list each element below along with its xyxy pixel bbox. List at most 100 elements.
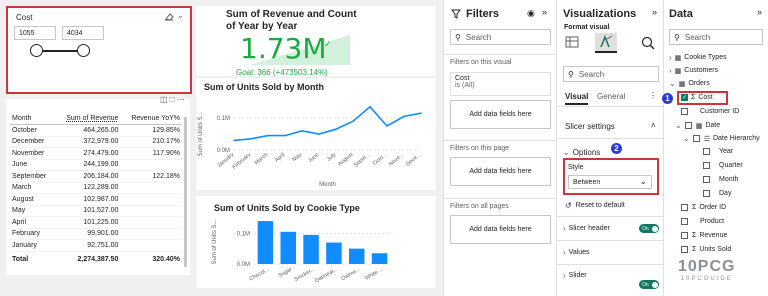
month-table: Month Sum of Revenue Revenue YoY% Octobe… — [10, 113, 182, 267]
table-customers[interactable]: › ▦ Customers — [669, 66, 718, 75]
field-quarter[interactable]: Quarter — [703, 162, 743, 169]
checkbox-icon[interactable] — [692, 135, 700, 142]
field-product[interactable]: Product — [681, 218, 724, 225]
slicer-max-input[interactable]: 4034 — [62, 26, 104, 40]
table-scrollbar[interactable] — [184, 117, 187, 267]
add-fields-page[interactable]: Add data fields here — [450, 157, 551, 186]
slicer-header-toggle[interactable]: On — [639, 224, 659, 233]
add-fields-all-pages[interactable]: Add data fields here — [450, 215, 551, 244]
field-customer-id[interactable]: Customer ID — [681, 108, 739, 115]
col-header-yoy[interactable]: Revenue YoY% — [120, 113, 182, 125]
filters-on-visual-label: Filters on this visual — [450, 59, 512, 66]
table-orders[interactable]: ⌄ ▦ Orders — [669, 79, 710, 88]
field-date[interactable]: ⌄ ▦ Date — [675, 121, 720, 130]
more-options-icon[interactable]: ⋯ — [177, 95, 185, 104]
table-row[interactable]: May 101,527.00 — [10, 205, 182, 217]
data-point — [352, 120, 354, 122]
style-dropdown[interactable]: Between ⌄ — [568, 175, 652, 189]
chevron-right-icon: › — [669, 66, 672, 75]
format-visual-icon[interactable] — [595, 33, 617, 53]
col-header-month[interactable]: Month — [10, 113, 55, 125]
build-visual-icon[interactable] — [565, 36, 579, 48]
data-collapse-icon[interactable]: » — [757, 7, 762, 17]
tab-visual[interactable]: Visual — [565, 92, 589, 105]
col-header-revenue[interactable]: Sum of Revenue — [55, 113, 121, 125]
slider-section[interactable]: › Slider — [563, 271, 587, 280]
field-order-id[interactable]: Σ Order ID — [681, 204, 726, 211]
checkbox-icon[interactable] — [703, 162, 710, 169]
viz-collapse-icon[interactable]: » — [652, 7, 657, 17]
checkbox-icon[interactable] — [681, 246, 688, 253]
field-month[interactable]: Month — [703, 176, 738, 183]
eraser-icon[interactable] — [164, 12, 174, 21]
chevron-down-icon[interactable]: ⌄ — [177, 11, 184, 20]
table-row[interactable]: June 244,199.00 — [10, 159, 182, 171]
data-search-input[interactable]: ⚲ Search — [669, 29, 763, 45]
analytics-icon[interactable] — [641, 36, 655, 50]
field-units-sold[interactable]: Σ Units Sold — [681, 246, 731, 253]
filters-collapse-icon[interactable]: » — [542, 7, 547, 17]
data-pane: Data » ⚲ Search › ▦ Cookie Types › ▦ Cus… — [661, 0, 768, 296]
table-row[interactable]: December 372,979.00 210.17% — [10, 136, 182, 148]
filter-icon[interactable]: ◫ — [160, 95, 168, 104]
cell-yoy — [120, 205, 182, 217]
cell-revenue: 101,527.00 — [83, 207, 119, 215]
field-year[interactable]: Year — [703, 148, 733, 155]
cost-slicer[interactable]: Cost ⌄ 1055 4034 3 — [6, 6, 211, 94]
field-revenue[interactable]: Σ Revenue — [681, 232, 727, 239]
checkbox-icon[interactable] — [703, 148, 710, 155]
slicer-settings-label[interactable]: Slicer settings — [565, 122, 615, 131]
slicer-header-section[interactable]: › Slicer header — [563, 224, 610, 233]
reset-to-default[interactable]: ↺ Reset to default — [565, 201, 625, 210]
checkbox-icon[interactable] — [681, 108, 688, 115]
table-row[interactable]: November 274,479.00 117.90% — [10, 148, 182, 159]
data-title: Data — [669, 8, 693, 20]
data-point — [403, 115, 405, 118]
table-cookie-types[interactable]: › ▦ Cookie Types — [669, 53, 727, 62]
field-day[interactable]: Day — [703, 190, 731, 197]
focus-mode-icon[interactable]: □ — [170, 95, 175, 104]
checkbox-icon[interactable] — [681, 204, 688, 211]
table-row[interactable]: August 102,987.00 — [10, 194, 182, 205]
table-row[interactable]: March 122,289.00 — [10, 182, 182, 194]
filters-eye-icon[interactable]: ◉ — [527, 8, 535, 19]
values-section[interactable]: › Values — [563, 248, 590, 257]
options-section[interactable]: ⌄ Options — [563, 148, 600, 157]
viz-search-input[interactable]: ⚲ Search — [563, 66, 659, 82]
field-name: Month — [719, 176, 739, 183]
slider-max-handle[interactable] — [77, 44, 90, 57]
add-fields-visual[interactable]: Add data fields here — [450, 100, 551, 129]
checkbox-icon[interactable] — [681, 218, 688, 225]
filters-search-input[interactable]: ⚲ Search — [450, 29, 551, 45]
cell-revenue: 206,184.00 — [83, 172, 119, 180]
check-icon: ✓ — [324, 39, 332, 49]
slicer-min-input[interactable]: 1055 — [14, 26, 56, 40]
table-row[interactable]: September 206,184.00 122.18% — [10, 171, 182, 182]
viz-more-icon[interactable]: ⋮ — [649, 91, 657, 100]
field-name: Order ID — [699, 204, 727, 211]
tab-general[interactable]: General — [597, 92, 625, 101]
x-tick-label: April — [274, 152, 286, 164]
slider-toggle[interactable]: On — [639, 280, 659, 289]
checkbox-icon[interactable] — [684, 122, 692, 129]
bar — [303, 234, 319, 264]
slicer-header-label: Slicer header — [568, 225, 610, 232]
checkbox-icon[interactable] — [703, 176, 710, 183]
field-cost[interactable]: ✓ Σ Cost — [681, 94, 713, 101]
table-name: Customers — [684, 67, 719, 74]
line-chart-visual: Sum of Units Sold by Month Sum of Units … — [196, 78, 436, 190]
checkbox-icon[interactable] — [703, 190, 710, 197]
checkbox-icon[interactable] — [681, 232, 688, 239]
field-date-hierarchy[interactable]: ⌄ ☲ Date Hierarchy — [683, 134, 760, 143]
slider-min-handle[interactable] — [30, 44, 43, 57]
cost-filter-card[interactable]: Cost is (All) — [450, 72, 551, 96]
cell-month: June — [12, 161, 28, 169]
table-row[interactable]: February 99,901.00 — [10, 228, 182, 240]
table-row[interactable]: January 92,751.00 — [10, 240, 182, 251]
filters-on-page-label: Filters on this page — [450, 145, 510, 152]
table-row[interactable]: April 101,225.00 — [10, 217, 182, 228]
checkbox-checked-icon[interactable]: ✓ — [681, 94, 688, 101]
total-label: Total — [12, 255, 29, 263]
slicer-settings-chevron-icon[interactable]: ˄ — [651, 121, 656, 130]
table-row[interactable]: October 464,265.00 129.85% — [10, 125, 182, 136]
